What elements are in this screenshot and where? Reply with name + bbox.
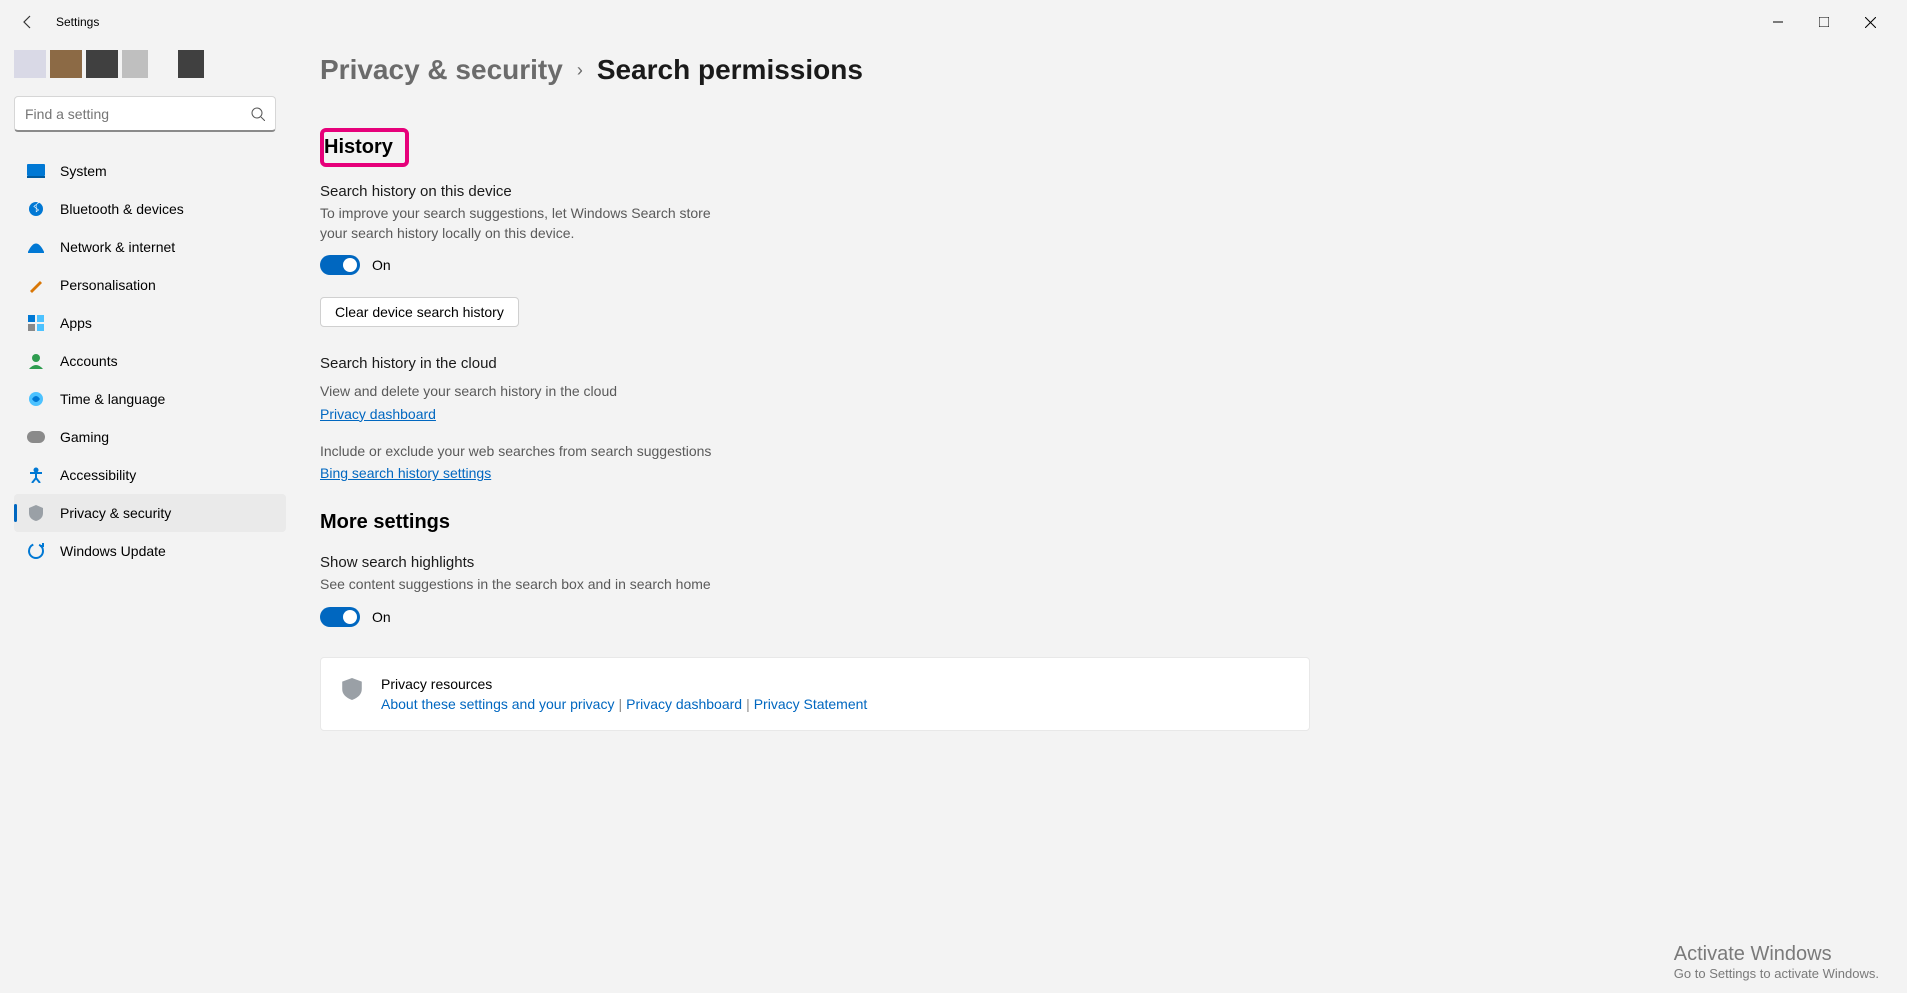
cloud-history-block: Search history in the cloud View and del… [320, 355, 1875, 483]
device-history-toggle-label: On [372, 257, 391, 273]
device-history-toggle[interactable] [320, 255, 360, 275]
device-history-title: Search history on this device [320, 183, 1875, 200]
resources-title: Privacy resources [381, 676, 867, 692]
maximize-icon [1819, 17, 1829, 27]
resources-link-statement[interactable]: Privacy Statement [754, 696, 868, 712]
nav-time[interactable]: Time & language [14, 380, 286, 418]
minimize-icon [1773, 17, 1783, 27]
highlights-toggle-label: On [372, 609, 391, 625]
privacy-dashboard-link[interactable]: Privacy dashboard [320, 406, 436, 422]
sidebar: System Bluetooth & devices Network & int… [0, 44, 300, 993]
apps-icon [26, 313, 46, 333]
titlebar: Settings [0, 0, 1907, 44]
arrow-left-icon [20, 14, 36, 30]
breadcrumb-current: Search permissions [597, 54, 863, 86]
device-history-desc: To improve your search suggestions, let … [320, 204, 740, 243]
resources-link-dashboard[interactable]: Privacy dashboard [626, 696, 742, 712]
nav-label: Privacy & security [60, 505, 171, 521]
nav-label: Accounts [60, 353, 118, 369]
nav-accounts[interactable]: Accounts [14, 342, 286, 380]
chevron-right-icon: › [577, 60, 583, 81]
window-controls [1755, 6, 1893, 38]
system-icon [26, 161, 46, 181]
highlights-desc: See content suggestions in the search bo… [320, 575, 1875, 595]
nav-system[interactable]: System [14, 152, 286, 190]
separator: | [746, 696, 750, 712]
nav-personalisation[interactable]: Personalisation [14, 266, 286, 304]
shield-icon [341, 678, 363, 700]
history-heading: History [324, 136, 393, 159]
breadcrumb: Privacy & security › Search permissions [320, 54, 1875, 86]
watermark-line2: Go to Settings to activate Windows. [1674, 966, 1879, 981]
activation-watermark: Activate Windows Go to Settings to activ… [1674, 943, 1879, 981]
highlights-block: Show search highlights See content sugge… [320, 554, 1875, 627]
user-account-area[interactable] [14, 44, 286, 96]
device-history-block: Search history on this device To improve… [320, 183, 1875, 327]
back-button[interactable] [14, 8, 42, 36]
nav-label: Network & internet [60, 239, 175, 255]
privacy-resources-card: Privacy resources About these settings a… [320, 657, 1310, 731]
cloud-history-title: Search history in the cloud [320, 355, 1875, 372]
nav-label: System [60, 163, 107, 179]
highlights-title: Show search highlights [320, 554, 1875, 571]
privacy-icon [26, 503, 46, 523]
nav-bluetooth[interactable]: Bluetooth & devices [14, 190, 286, 228]
gaming-icon [26, 427, 46, 447]
close-icon [1865, 17, 1876, 28]
update-icon [26, 541, 46, 561]
search-input-container[interactable] [14, 96, 276, 132]
nav-label: Apps [60, 315, 92, 331]
breadcrumb-parent[interactable]: Privacy & security [320, 54, 563, 86]
personalisation-icon [26, 275, 46, 295]
clear-history-button[interactable]: Clear device search history [320, 297, 519, 327]
maximize-button[interactable] [1801, 6, 1847, 38]
minimize-button[interactable] [1755, 6, 1801, 38]
nav-update[interactable]: Windows Update [14, 532, 286, 570]
search-input[interactable] [25, 106, 251, 122]
more-settings-heading: More settings [320, 511, 1875, 534]
watermark-line1: Activate Windows [1674, 943, 1879, 966]
app-title: Settings [56, 15, 99, 29]
nav-label: Time & language [60, 391, 165, 407]
highlights-toggle[interactable] [320, 607, 360, 627]
time-icon [26, 389, 46, 409]
highlight-box: History [320, 128, 409, 167]
nav-label: Gaming [60, 429, 109, 445]
cloud-history-desc: View and delete your search history in t… [320, 382, 740, 402]
main-content: Privacy & security › Search permissions … [300, 44, 1907, 993]
nav-label: Accessibility [60, 467, 136, 483]
bing-history-link[interactable]: Bing search history settings [320, 465, 491, 481]
nav-accessibility[interactable]: Accessibility [14, 456, 286, 494]
include-exclude-desc: Include or exclude your web searches fro… [320, 442, 1875, 462]
network-icon [26, 237, 46, 257]
accounts-icon [26, 351, 46, 371]
bluetooth-icon [26, 199, 46, 219]
accessibility-icon [26, 465, 46, 485]
search-icon [251, 107, 265, 121]
nav-gaming[interactable]: Gaming [14, 418, 286, 456]
nav-label: Personalisation [60, 277, 156, 293]
separator: | [618, 696, 622, 712]
nav-apps[interactable]: Apps [14, 304, 286, 342]
close-button[interactable] [1847, 6, 1893, 38]
nav-label: Bluetooth & devices [60, 201, 184, 217]
nav-network[interactable]: Network & internet [14, 228, 286, 266]
resources-link-about[interactable]: About these settings and your privacy [381, 696, 614, 712]
nav-label: Windows Update [60, 543, 166, 559]
nav-list: System Bluetooth & devices Network & int… [14, 152, 286, 570]
nav-privacy[interactable]: Privacy & security [14, 494, 286, 532]
